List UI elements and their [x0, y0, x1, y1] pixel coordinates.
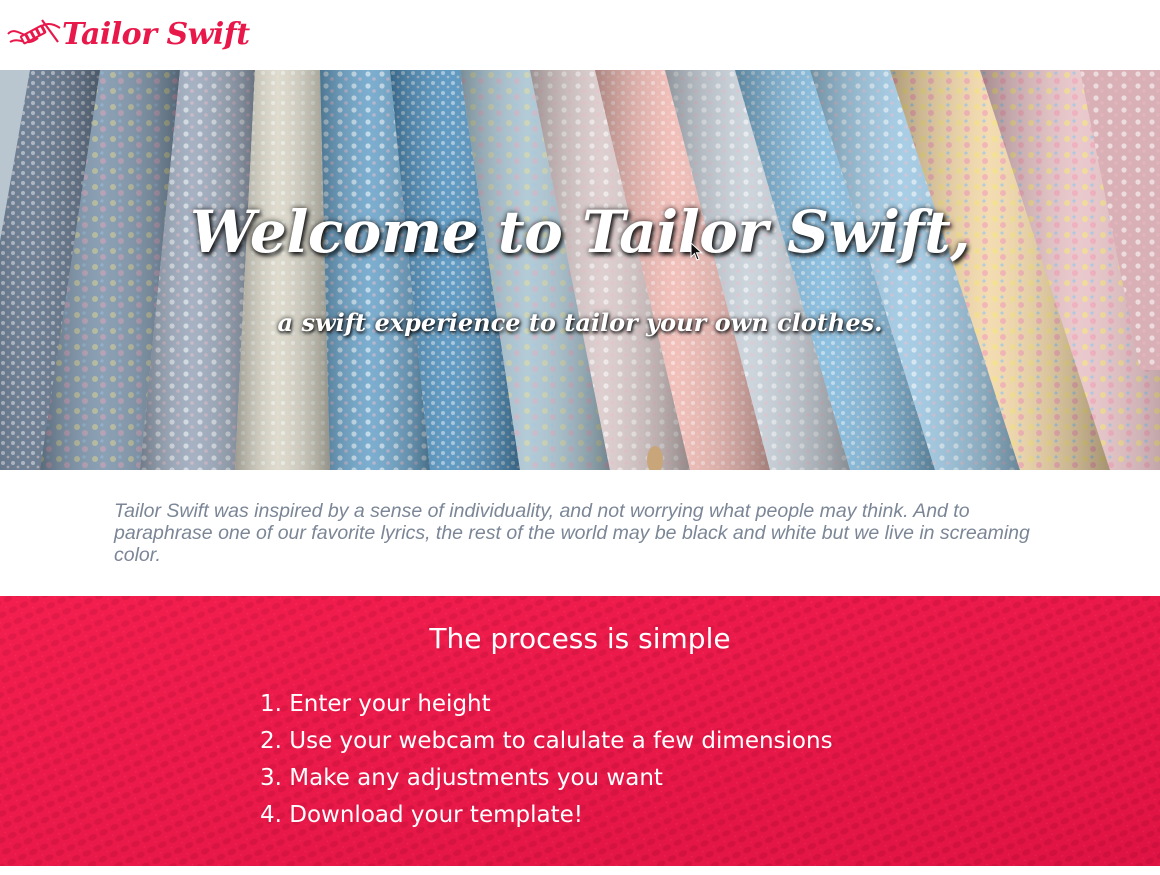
hero-banner: Welcome to Tailor Swift, a swift experie…	[0, 70, 1160, 470]
hero-title: Welcome to Tailor Swift,	[190, 198, 970, 266]
hero-subtitle: a swift experience to tailor your own cl…	[277, 308, 883, 337]
needle-thread-icon	[7, 19, 61, 45]
intro-text: Tailor Swift was inspired by a sense of …	[114, 500, 1030, 566]
intro-section: Tailor Swift was inspired by a sense of …	[0, 470, 1160, 596]
top-navbar: Tailor Swift	[0, 0, 1160, 70]
process-step: 4. Download your template!	[260, 802, 583, 828]
process-steps-list: 1. Enter your height 2. Use your webcam …	[260, 686, 833, 834]
bottom-strip	[0, 866, 1160, 875]
process-step: 1. Enter your height	[260, 691, 491, 717]
mouse-cursor-icon	[690, 242, 703, 261]
brand-name: Tailor Swift	[62, 16, 250, 52]
process-step: 2. Use your webcam to calulate a few dim…	[260, 728, 833, 754]
brand-logo-link[interactable]: Tailor Swift	[6, 14, 250, 54]
fabric-rolls-image	[0, 70, 1160, 470]
process-step: 3. Make any adjustments you want	[260, 765, 663, 791]
process-title: The process is simple	[429, 622, 731, 655]
process-section: The process is simple 1. Enter your heig…	[0, 596, 1160, 866]
